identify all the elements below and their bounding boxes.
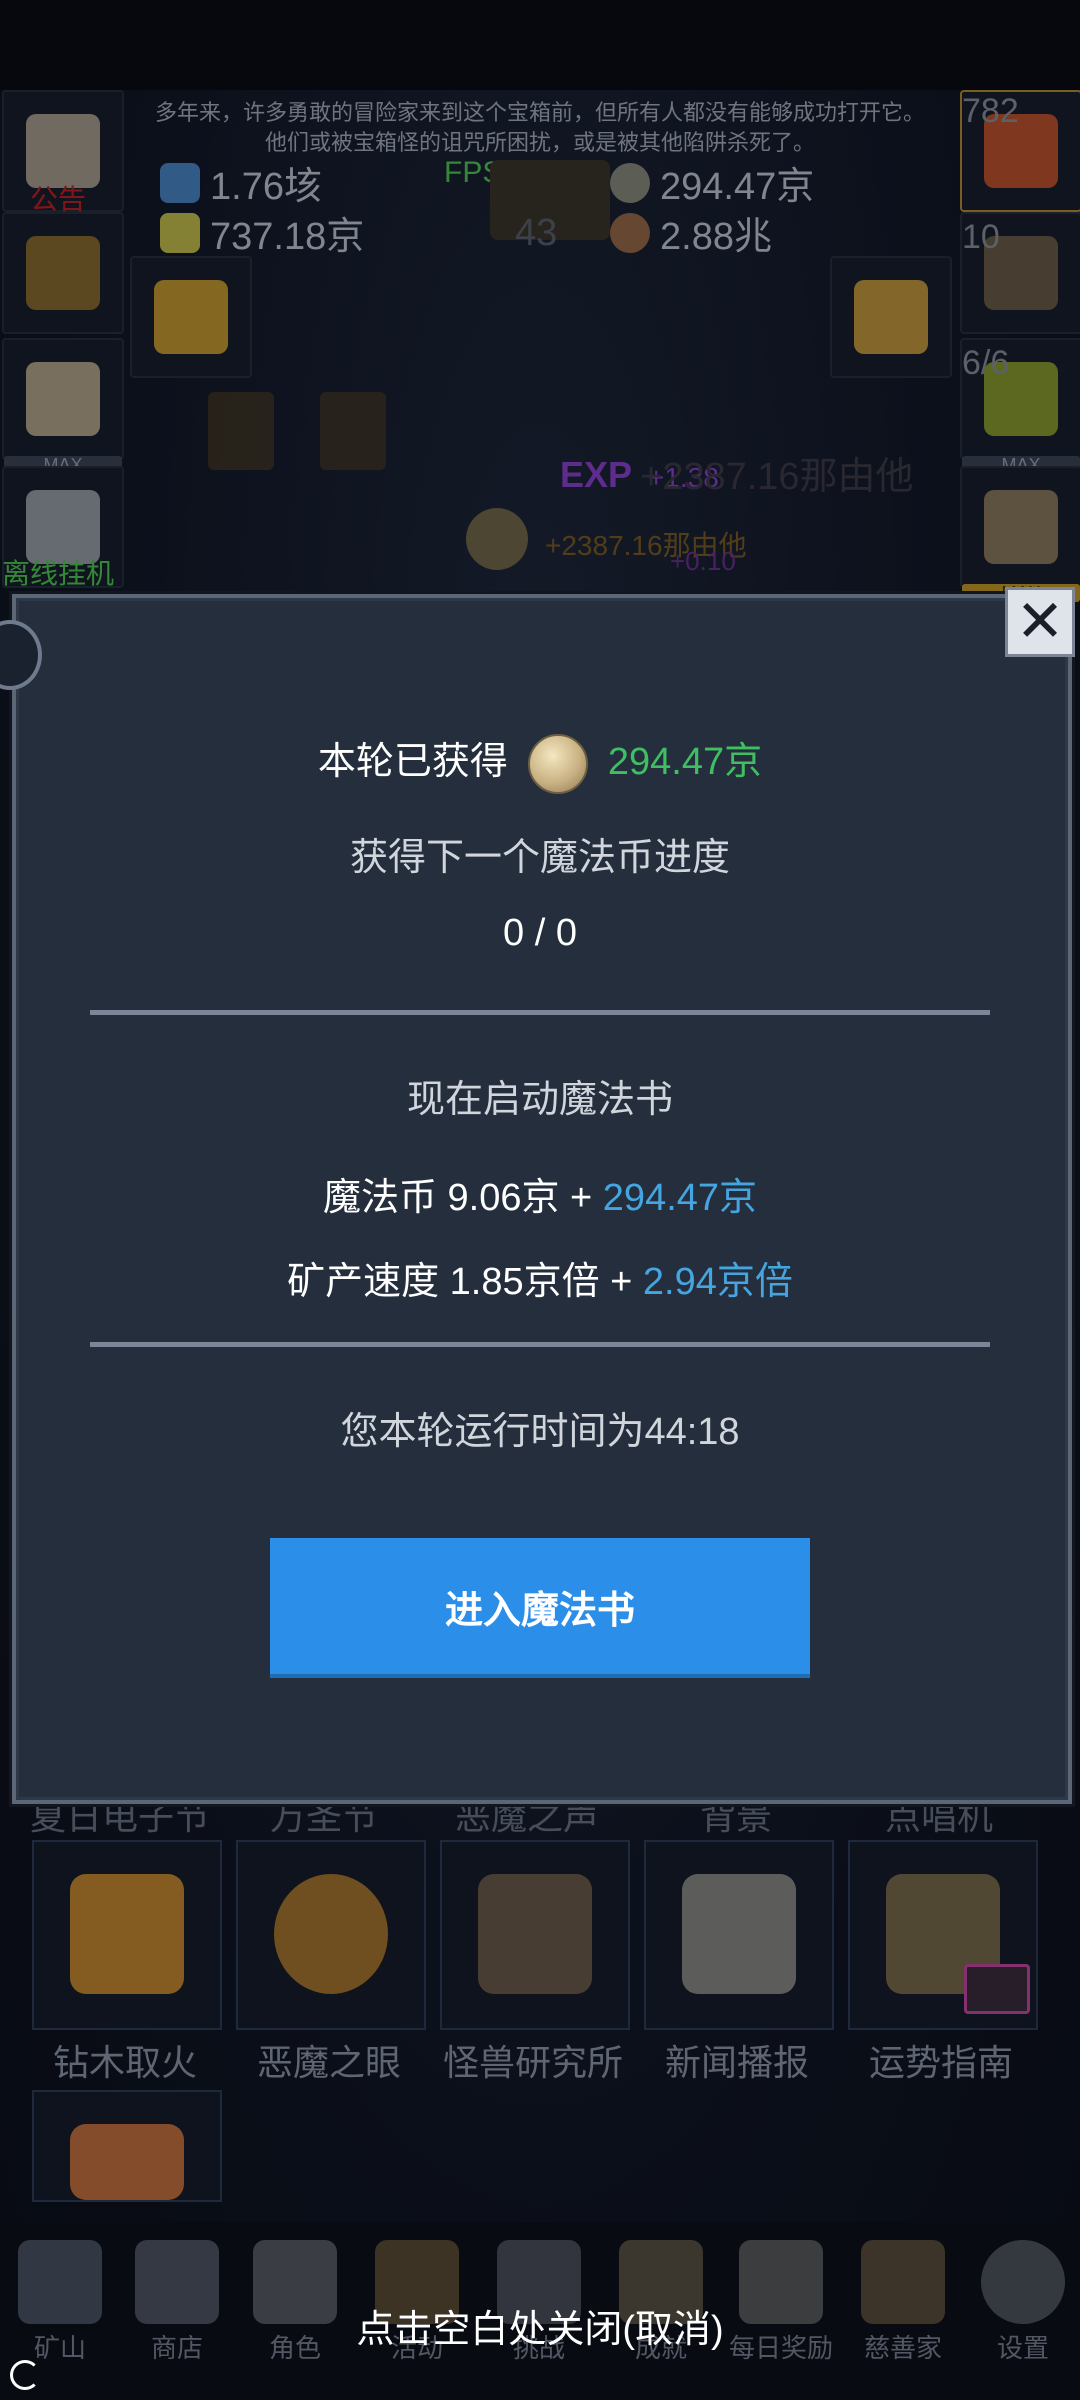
close-button[interactable]: ✕ [1005, 587, 1075, 657]
divider [90, 1010, 990, 1015]
speed-base: 矿产速度 1.85京倍 + [287, 1261, 643, 1303]
loading-icon [10, 2360, 40, 2390]
earned-label: 本轮已获得 [317, 741, 508, 783]
magic-coin-row: 魔法币 9.06京 + 294.47京 [0, 1166, 1080, 1221]
coin-add: 294.47京 [602, 1177, 758, 1219]
divider [90, 1342, 990, 1347]
magic-coin-icon [527, 733, 588, 794]
progress-value: 0 / 0 [503, 912, 577, 954]
mine-speed-row: 矿产速度 1.85京倍 + 2.94京倍 [0, 1250, 1080, 1305]
earned-row: 本轮已获得 294.47京 [0, 730, 1080, 794]
coin-base: 魔法币 9.06京 + [322, 1177, 603, 1219]
close-icon: ✕ [1015, 589, 1065, 654]
start-label: 现在启动魔法书 [406, 1079, 673, 1121]
enter-magic-book-button[interactable]: 进入魔法书 [270, 1538, 810, 1678]
runtime-text: 您本轮运行时间为44:18 [340, 1411, 740, 1453]
close-hint[interactable]: 点击空白处关闭(取消) [0, 2298, 1080, 2353]
progress-label: 获得下一个魔法币进度 [349, 837, 730, 879]
earned-value: 294.47京 [607, 741, 763, 783]
speed-add: 2.94京倍 [642, 1261, 793, 1303]
